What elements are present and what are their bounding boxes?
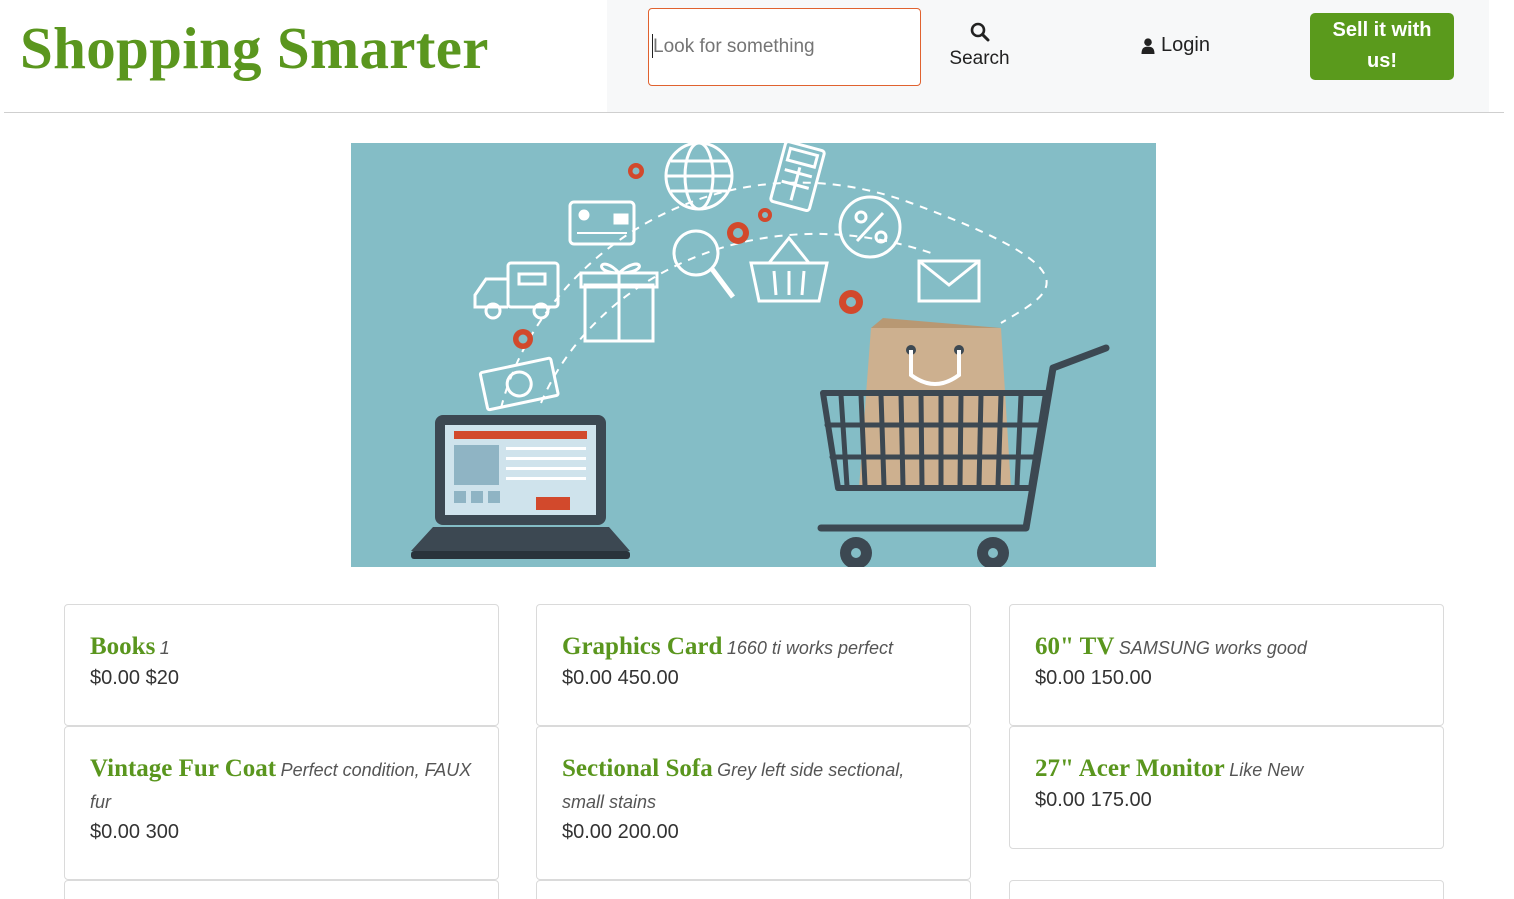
listing-title: Vintage Fur Coat: [90, 755, 277, 782]
search-input[interactable]: [648, 8, 921, 86]
listing-description: 1660 ti works perfect: [726, 638, 893, 658]
listing-price: $0.00 175.00: [1035, 789, 1152, 811]
listing-price: $0.00 450.00: [562, 667, 679, 689]
brand-logo-text[interactable]: Shopping Smarter: [20, 14, 489, 83]
listing-card[interactable]: 27" Acer Monitor Like New $0.00 175.00: [1009, 726, 1444, 849]
listing-price: $0.00 200.00: [562, 821, 679, 843]
login-label: Login: [1161, 34, 1210, 56]
listing-description: Like New: [1229, 760, 1304, 780]
listing-card[interactable]: Vintage Fur Coat Perfect condition, FAUX…: [64, 726, 499, 880]
login-link[interactable]: Login: [1141, 34, 1210, 57]
listing-card[interactable]: [1009, 880, 1444, 899]
user-icon: [1141, 37, 1155, 54]
sell-button-line2: us!: [1367, 50, 1397, 72]
listing-card[interactable]: Graphics Card 1660 ti works perfect $0.0…: [536, 604, 971, 726]
top-nav: Search Login Sell it with us!: [607, 0, 1489, 112]
listing-title: 27" Acer Monitor: [1035, 755, 1225, 782]
text-caret: [652, 34, 653, 58]
listing-title: Books: [90, 633, 156, 660]
listing-card[interactable]: [536, 880, 971, 899]
site-header: Shopping Smarter Search Login Sell it wi…: [4, 0, 1504, 113]
listing-description: SAMSUNG works good: [1118, 638, 1307, 658]
listing-description: 1: [159, 638, 170, 658]
search-button[interactable]: Search: [937, 18, 1022, 78]
sell-button-line1: Sell it with: [1332, 19, 1432, 41]
listing-card[interactable]: [64, 880, 499, 899]
listing-card[interactable]: Sectional Sofa Grey left side sectional,…: [536, 726, 971, 880]
listing-price: $0.00 150.00: [1035, 667, 1152, 689]
listing-card[interactable]: Books 1 $0.00 $20: [64, 604, 499, 726]
laptop-icon: [411, 415, 630, 559]
online-shopping-illustration: [351, 143, 1156, 567]
sell-with-us-button[interactable]: Sell it with us!: [1310, 13, 1454, 80]
listing-price: $0.00 300: [90, 821, 179, 843]
search-icon: [970, 22, 989, 42]
listing-card[interactable]: 60" TV SAMSUNG works good $0.00 150.00: [1009, 604, 1444, 726]
listing-title: Graphics Card: [562, 633, 723, 660]
listing-price: $0.00 $20: [90, 667, 179, 689]
listing-title: Sectional Sofa: [562, 755, 713, 782]
hero-banner-image: [351, 143, 1156, 567]
listing-title: 60" TV: [1035, 633, 1115, 660]
search-button-label: Search: [949, 48, 1010, 69]
